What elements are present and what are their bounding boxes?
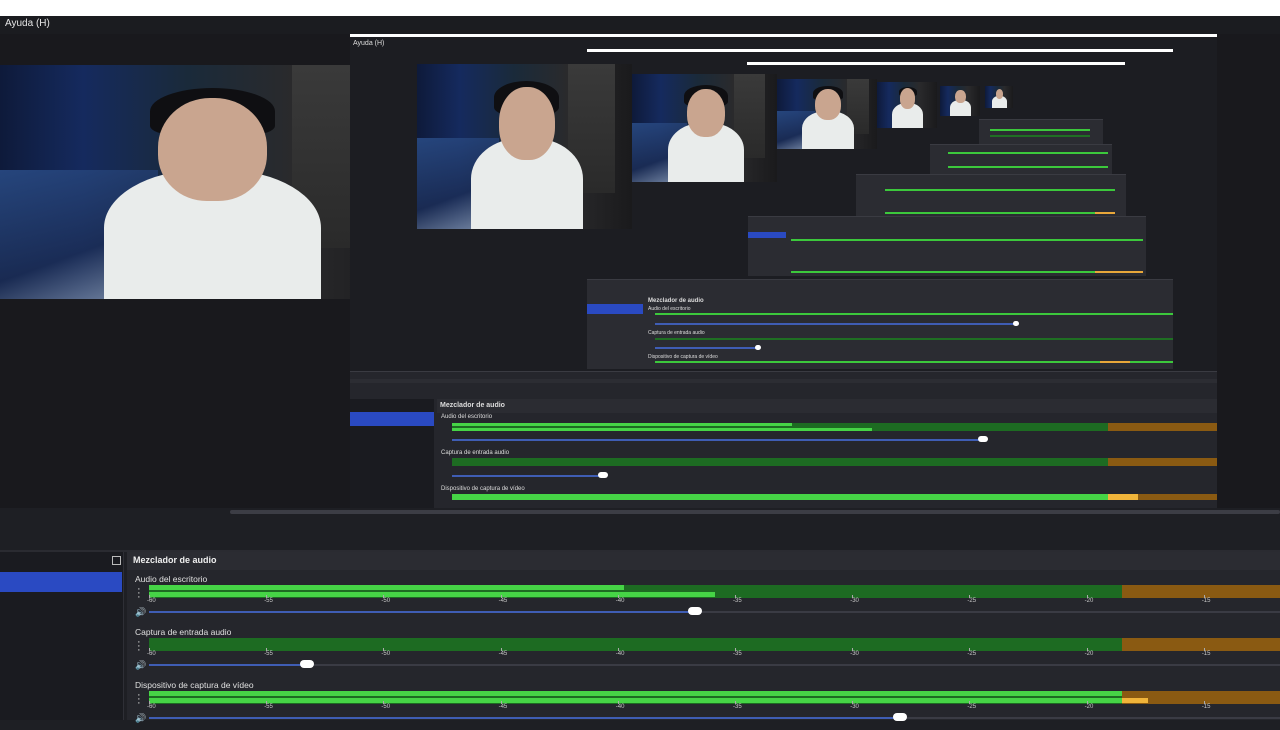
scene-list-selected-item[interactable] <box>0 572 122 592</box>
meter-tick-label: -45 <box>498 648 508 657</box>
nested-camera-feed-6 <box>985 86 1013 108</box>
meter-peak-orange <box>1121 698 1148 703</box>
meter-tick-label: -40 <box>615 595 625 604</box>
meter-scale: -60 -55 -50 -45 -40 -35 -30 -25 -20 -15 <box>147 595 1280 608</box>
mixer-track: Captura de entrada audio · · · -60 -55 -50 -4… <box>127 627 1280 677</box>
meter-green-zone <box>149 638 1122 651</box>
meter-scale: -60 -55 -50 -45 -40 -35 -30 -25 -20 -15 <box>147 701 1280 714</box>
meter-tick-label: -40 <box>615 648 625 657</box>
meter-tick-label: -25 <box>967 701 977 710</box>
mixer-track: Audio del escritorio · · · -60 -55 -50 -45 -40… <box>127 574 1280 624</box>
nested-track-3-name: Dispositivo de captura de vídeo <box>648 354 718 360</box>
meter-tick-label: -60 <box>147 701 156 710</box>
meter-tick-label: -25 <box>967 648 977 657</box>
meter-tick-label: -40 <box>615 701 625 710</box>
nested-menu-help: Ayuda (H) <box>353 40 385 47</box>
nested-large-track-3: Dispositivo de captura de vídeo <box>441 486 525 492</box>
track-name: Dispositivo de captura de vídeo <box>135 680 254 690</box>
meter-tick-label: -25 <box>967 595 977 604</box>
speaker-icon[interactable]: 🔊 <box>135 660 146 671</box>
meter-tick-label: -15 <box>1201 595 1211 604</box>
nested-track-1-name: Audio del escritorio <box>648 306 691 312</box>
audio-mixer-panel: Mezclador de audio Audio del escritorio … <box>127 552 1280 723</box>
nested-camera-feed <box>417 64 632 229</box>
meter-tick-label: -35 <box>733 648 742 657</box>
nested-camera-feed-2 <box>632 74 777 182</box>
meter-orange-zone <box>1121 638 1280 651</box>
meter-tick-label: -15 <box>1201 701 1211 710</box>
menu-help[interactable]: Ayuda (H) <box>5 18 50 29</box>
meter-tick-label: -20 <box>1084 701 1094 710</box>
horizontal-scrollbar[interactable] <box>230 510 1280 514</box>
program-preview: Ayuda (H) Mezclador de audio Audio del e… <box>0 34 1280 508</box>
track-menu-icon[interactable]: · · · <box>137 690 143 709</box>
meter-tick-label: -45 <box>498 595 508 604</box>
dock-area: Mezclador de audio Audio del escritorio … <box>0 508 1280 723</box>
meter-tick-label: -30 <box>850 595 859 604</box>
meter-tick-label: -50 <box>381 595 391 604</box>
nested-camera-feed-5 <box>940 86 980 116</box>
meter-scale: -60 -55 -50 -45 -40 -35 -30 -25 -20 -15 <box>147 648 1280 661</box>
volume-slider[interactable] <box>149 660 1280 668</box>
track-name: Captura de entrada audio <box>135 627 232 637</box>
meter-level-left <box>149 691 1122 696</box>
meter-tick-label: -60 <box>147 595 156 604</box>
nested-track-2-name: Captura de entrada audio <box>648 330 705 336</box>
meter-tick-label: -20 <box>1084 595 1094 604</box>
meter-tick-label: -45 <box>498 701 508 710</box>
audio-mixer-header: Mezclador de audio <box>127 552 1280 570</box>
nested-mixer-title: Mezclador de audio <box>648 298 704 304</box>
meter-tick-label: -60 <box>147 648 156 657</box>
scene-list-panel <box>0 552 124 720</box>
mixer-track: Dispositivo de captura de vídeo · · · -60-… <box>127 680 1280 730</box>
speaker-icon[interactable]: 🔊 <box>135 607 146 618</box>
speaker-icon[interactable]: 🔊 <box>135 713 146 724</box>
volume-slider[interactable] <box>149 607 1280 615</box>
meter-tick-label: -30 <box>850 648 859 657</box>
meter-tick-label: -30 <box>850 701 859 710</box>
nested-preview-window: Ayuda (H) Mezclador de audio Audio del e… <box>350 34 1217 508</box>
volume-meter <box>149 691 1280 704</box>
meter-tick-label: -55 <box>264 648 273 657</box>
volume-slider[interactable] <box>149 713 1280 721</box>
meter-level-right <box>149 698 1122 703</box>
meter-tick-label: -15 <box>1201 648 1211 657</box>
meter-orange-zone <box>1121 585 1280 598</box>
meter-tick-label: -20 <box>1084 648 1094 657</box>
meter-tick-label: -55 <box>264 595 273 604</box>
meter-level-left <box>149 585 625 590</box>
undock-icon[interactable] <box>112 556 121 565</box>
track-name: Audio del escritorio <box>135 574 208 584</box>
nested-camera-feed-3 <box>777 79 877 149</box>
meter-level-right <box>149 592 715 597</box>
nested-large-track-1: Audio del escritorio <box>441 414 493 420</box>
meter-tick-label: -50 <box>381 648 391 657</box>
nested-camera-feed-4 <box>877 82 937 128</box>
track-menu-icon[interactable]: · · · <box>137 584 143 603</box>
nested-large-track-2: Captura de entrada audio <box>441 450 510 456</box>
meter-tick-label: -55 <box>264 701 273 710</box>
volume-meter <box>149 638 1280 651</box>
meter-tick-label: -35 <box>733 701 742 710</box>
track-menu-icon[interactable]: · · · <box>137 637 143 656</box>
audio-mixer-title: Mezclador de audio <box>133 555 217 565</box>
volume-meter <box>149 585 1280 598</box>
nested-mixer-title-large: Mezclador de audio <box>440 402 505 409</box>
window-title-bar <box>0 0 1280 16</box>
meter-tick-label: -50 <box>381 701 391 710</box>
meter-tick-label: -35 <box>733 595 742 604</box>
menu-bar: Ayuda (H) <box>0 16 1280 34</box>
